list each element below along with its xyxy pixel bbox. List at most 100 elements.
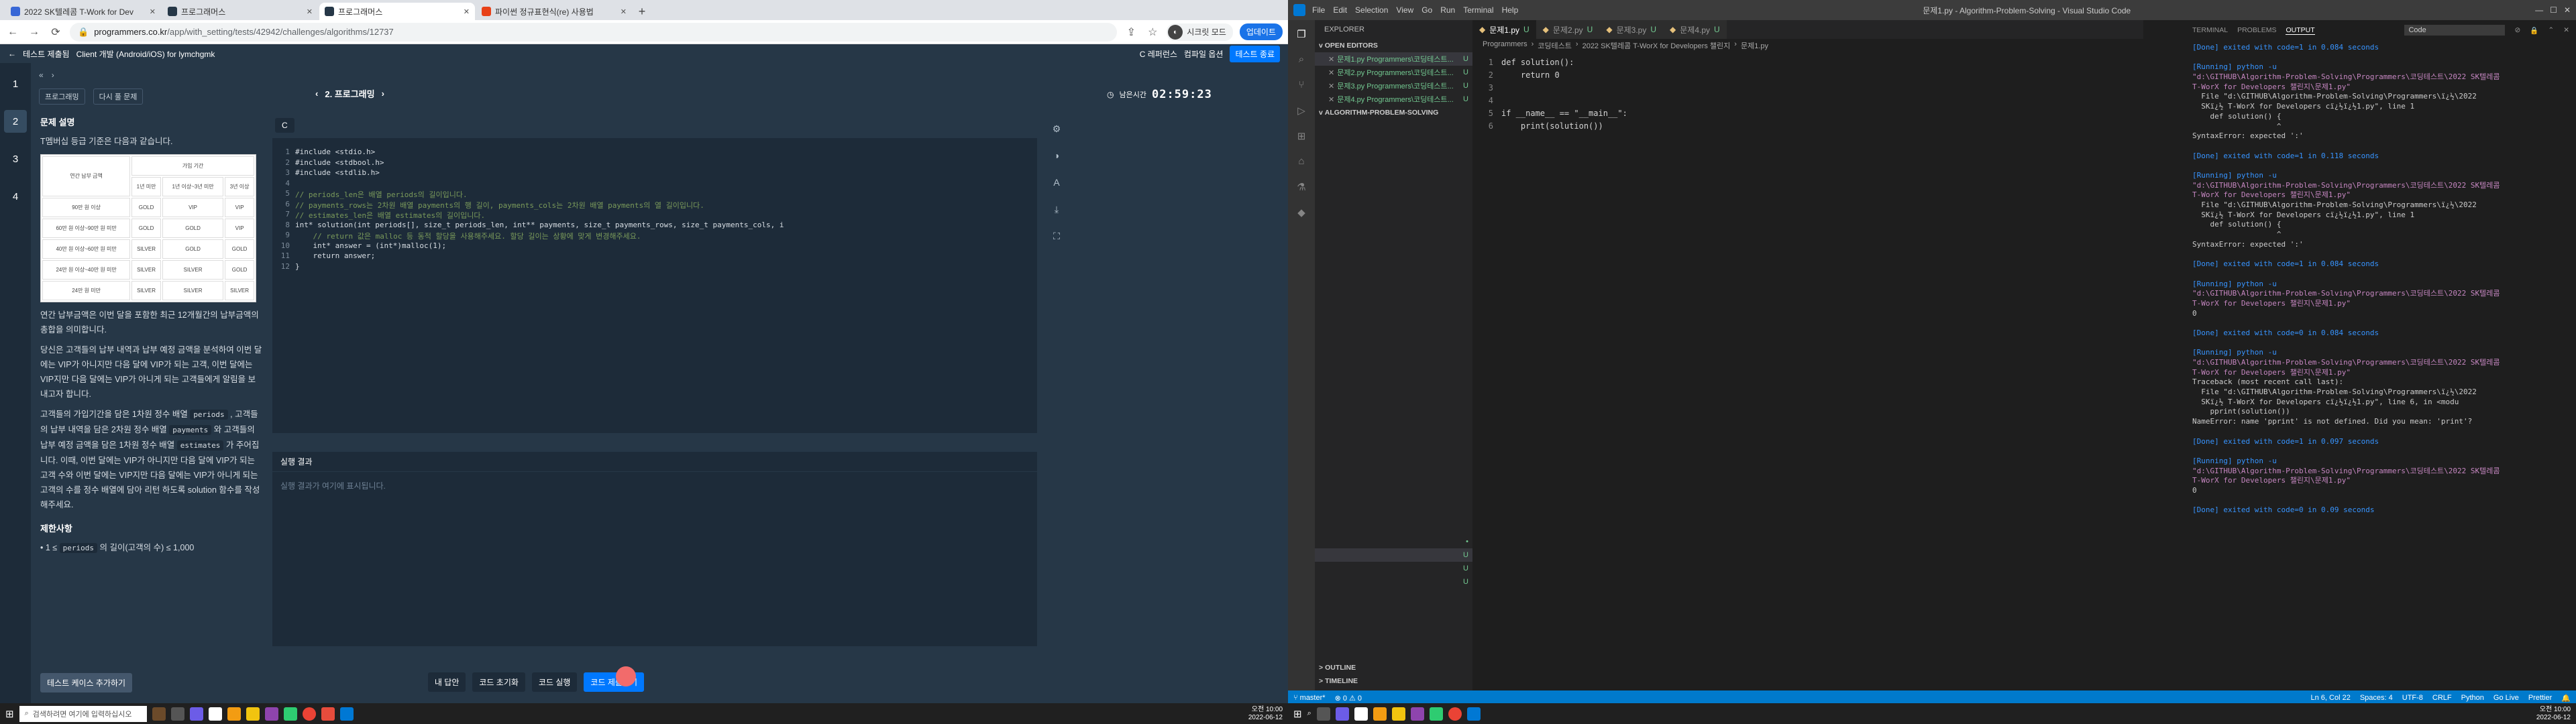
language-select[interactable]: C xyxy=(275,118,294,133)
tree-item[interactable] xyxy=(1315,334,1472,347)
bookmark-star-icon[interactable]: ☆ xyxy=(1145,25,1160,40)
app-icon[interactable] xyxy=(264,707,278,721)
tree-item[interactable] xyxy=(1315,387,1472,401)
tree-item[interactable] xyxy=(1315,186,1472,200)
settings-icon[interactable]: ⚙ xyxy=(1049,123,1064,138)
chrome-icon[interactable] xyxy=(1448,707,1462,721)
breadcrumb-item[interactable]: Programmers xyxy=(1483,40,1527,54)
open-editor-item[interactable]: ✕ 문제2.py Programmers\코딩테스트... U xyxy=(1315,66,1472,79)
tree-item[interactable] xyxy=(1315,253,1472,267)
tree-item[interactable] xyxy=(1315,441,1472,455)
close-tab-icon[interactable]: ✕ xyxy=(464,7,470,16)
line-ending[interactable]: CRLF xyxy=(2432,694,2452,702)
code-editor[interactable]: 1 def solution(): 2 return 0 3 4 5 if __name__… xyxy=(1476,58,1805,366)
tree-item[interactable] xyxy=(1315,227,1472,240)
forward-icon[interactable]: → xyxy=(27,25,42,40)
close-icon[interactable]: ✕ xyxy=(1328,82,1334,90)
reload-icon[interactable]: ⟳ xyxy=(48,25,63,40)
testing-icon[interactable]: ⚗ xyxy=(1293,181,1309,197)
reset-code-button[interactable]: 코드 초기화 xyxy=(472,672,525,692)
folder-icon[interactable] xyxy=(1373,707,1387,721)
go-live-button[interactable]: Go Live xyxy=(2493,694,2519,702)
extensions-icon[interactable]: ⊞ xyxy=(1293,130,1309,146)
browser-tab[interactable]: 프로그래머스 ✕ xyxy=(162,3,318,20)
browser-tab[interactable]: 2022 SK텔레콤 T-Work for Dev ✕ xyxy=(5,3,161,20)
share-icon[interactable]: ⇪ xyxy=(1124,25,1138,40)
windows-start-icon[interactable]: ⊞ xyxy=(1293,708,1302,720)
app-icon[interactable] xyxy=(321,707,335,721)
menu-file[interactable]: File xyxy=(1312,5,1325,15)
menu-edit[interactable]: Edit xyxy=(1333,5,1347,15)
tree-item[interactable] xyxy=(1315,146,1472,160)
retry-later-button[interactable]: 다시 풀 문제 xyxy=(93,88,144,105)
back-arrow-icon[interactable]: ← xyxy=(8,49,16,58)
close-tab-icon[interactable]: ✕ xyxy=(150,7,156,16)
taskbar-search[interactable]: ⌕ 검색하려면 여기에 입력하십시오 xyxy=(19,705,147,722)
add-testcase-button[interactable]: 테스트 케이스 추가하기 xyxy=(40,673,133,692)
app-icon[interactable] xyxy=(283,707,297,721)
menu-view[interactable]: View xyxy=(1396,5,1413,15)
outline-section[interactable]: > OUTLINE xyxy=(1315,664,1472,677)
prev-problem-icon[interactable]: ‹ xyxy=(315,88,318,99)
tree-item[interactable] xyxy=(1315,455,1472,468)
back-icon[interactable]: ← xyxy=(5,25,20,40)
tree-item[interactable] xyxy=(1315,160,1472,173)
tree-item[interactable] xyxy=(1315,347,1472,361)
open-editors-header[interactable]: v OPEN EDITORS xyxy=(1315,39,1472,52)
address-bar[interactable]: 🔒 programmers.co.kr/app/with_setting/tes… xyxy=(70,22,1118,42)
fullscreen-icon[interactable]: ⛶ xyxy=(1049,231,1064,245)
weather-widget-icon[interactable] xyxy=(152,707,166,721)
run-debug-icon[interactable]: ▷ xyxy=(1293,105,1309,121)
tree-item[interactable]: • xyxy=(1315,535,1472,548)
tree-item[interactable] xyxy=(1315,481,1472,495)
c-reference-link[interactable]: C 레퍼런스 xyxy=(1140,48,1177,60)
chrome-icon[interactable] xyxy=(302,707,316,721)
tree-item[interactable]: U xyxy=(1315,548,1472,562)
search-icon[interactable]: ⌕ xyxy=(1307,709,1311,718)
collapse-icon[interactable]: « xyxy=(39,70,44,80)
tree-item[interactable] xyxy=(1315,200,1472,213)
theme-icon[interactable]: ◑ xyxy=(1049,150,1064,165)
close-icon[interactable]: ✕ xyxy=(1328,68,1334,77)
font-size-icon[interactable]: A xyxy=(1049,177,1064,192)
tree-item[interactable] xyxy=(1315,320,1472,334)
exit-test-link[interactable]: 테스트 제출됨 xyxy=(23,48,70,60)
prettier-status[interactable]: Prettier xyxy=(2528,694,2552,702)
search-icon[interactable]: ⌕ xyxy=(1293,54,1309,70)
notifications-icon[interactable]: 🔔 xyxy=(2561,694,2571,703)
tree-item[interactable] xyxy=(1315,173,1472,186)
tree-item[interactable] xyxy=(1315,133,1472,146)
timeline-section[interactable]: > TIMELINE xyxy=(1315,677,1472,690)
output-channel-select[interactable]: Code xyxy=(2404,25,2506,36)
tree-item[interactable] xyxy=(1315,508,1472,522)
vscode-icon[interactable] xyxy=(1466,707,1481,721)
profile-button[interactable]: ◐ 시크릿 모드 xyxy=(1167,23,1233,41)
close-panel-icon[interactable]: ✕ xyxy=(2563,26,2569,34)
app-icon[interactable] xyxy=(189,707,203,721)
remote-icon[interactable]: ⌂ xyxy=(1293,156,1309,172)
breadcrumb-item[interactable]: 2022 SK텔레콤 T-WorX for Developers 챌린지 xyxy=(1582,40,1731,54)
tree-item[interactable] xyxy=(1315,280,1472,294)
tree-item[interactable] xyxy=(1315,401,1472,414)
tree-item[interactable] xyxy=(1315,428,1472,441)
close-tab-icon[interactable]: ✕ xyxy=(307,7,313,16)
app-icon[interactable] xyxy=(1429,707,1443,721)
cursor-position[interactable]: Ln 6, Col 22 xyxy=(2311,694,2351,702)
kakaotalk-icon[interactable] xyxy=(246,707,260,721)
tree-item[interactable] xyxy=(1315,267,1472,280)
tree-item[interactable] xyxy=(1315,294,1472,307)
menu-go[interactable]: Go xyxy=(1421,5,1432,15)
language-mode[interactable]: Python xyxy=(2461,694,2484,702)
tree-item[interactable] xyxy=(1315,468,1472,481)
tree-item[interactable]: U xyxy=(1315,575,1472,589)
git-branch-icon[interactable]: ⑂ master* xyxy=(1293,694,1326,702)
open-editor-item[interactable]: ✕ 문제1.py Programmers\코딩테스트... U xyxy=(1315,52,1472,66)
problem-4-button[interactable]: 4 xyxy=(4,185,27,208)
workspace-root-header[interactable]: v ALGORITHM-PROBLEM-SOLVING xyxy=(1315,106,1472,119)
browser-tab[interactable]: 프로그래머스 ✕ xyxy=(319,3,475,20)
tab-problems[interactable]: PROBLEMS xyxy=(2237,26,2276,34)
editor-tab[interactable]: ◆ 문제3.py U xyxy=(1599,20,1664,39)
end-test-button[interactable]: 테스트 종료 xyxy=(1230,45,1280,62)
problem-2-button[interactable]: 2 xyxy=(4,110,27,133)
close-tab-icon[interactable]: ✕ xyxy=(621,7,627,16)
